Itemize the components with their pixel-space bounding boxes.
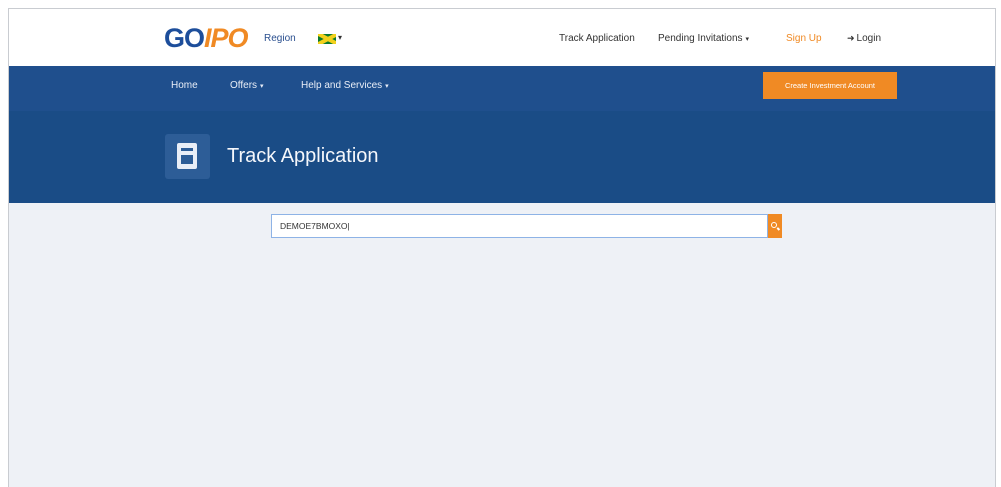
pending-invitations-link[interactable]: Pending Invitations ▾: [658, 33, 749, 44]
nav-offers-label: Offers: [230, 80, 258, 91]
sign-up-link[interactable]: Sign Up: [786, 33, 822, 44]
nav-home[interactable]: Home: [171, 80, 198, 91]
jamaica-flag-icon[interactable]: [318, 34, 336, 44]
nav-help-label: Help and Services: [301, 80, 383, 91]
create-investment-account-button[interactable]: Create Investment Account: [763, 72, 897, 99]
logo-go-text: GO: [164, 23, 205, 53]
nav-help-services[interactable]: Help and Services ▾: [301, 80, 389, 91]
search-button[interactable]: [768, 214, 782, 238]
logo-ipo-text: IPO: [204, 23, 249, 53]
login-label: Login: [856, 33, 882, 44]
region-label[interactable]: Region: [264, 33, 296, 44]
chevron-down-icon: ▾: [745, 36, 750, 43]
chevron-down-icon: ▾: [385, 83, 389, 90]
pending-invitations-label: Pending Invitations: [658, 33, 743, 44]
chevron-down-icon: ▾: [260, 83, 264, 90]
search-input[interactable]: [271, 214, 768, 238]
track-application-link[interactable]: Track Application: [559, 33, 635, 44]
page-hero: Track Application: [9, 111, 995, 203]
document-icon: [165, 134, 210, 179]
top-header: GOIPO Region ▾ Track Application Pending…: [9, 9, 995, 66]
login-link[interactable]: ➜ Login: [847, 33, 881, 44]
goipo-logo[interactable]: GOIPO: [164, 23, 249, 53]
region-caret-icon[interactable]: ▾: [338, 33, 342, 42]
browser-frame: GOIPO Region ▾ Track Application Pending…: [8, 8, 996, 487]
login-icon: ➜: [847, 33, 855, 43]
nav-offers[interactable]: Offers ▾: [230, 80, 264, 91]
page-title: Track Application: [227, 145, 379, 167]
search-icon: [771, 222, 777, 228]
main-nav: Home Offers ▾ Help and Services ▾ Create I…: [9, 66, 995, 111]
